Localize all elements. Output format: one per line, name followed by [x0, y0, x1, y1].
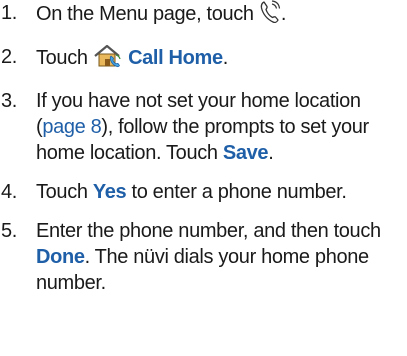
step-4: 4. Touch Yes to enter a phone number.: [0, 179, 407, 205]
step-text-end: .: [268, 142, 274, 164]
step-5: 5. Enter the phone number, and then touc…: [0, 218, 407, 296]
phone-handset-icon: [259, 0, 281, 31]
save-label: Save: [222, 142, 269, 164]
step-1: 1. On the Menu page, touch .: [0, 0, 407, 31]
page-8-link[interactable]: page 8: [42, 116, 101, 138]
call-home-label: Call Home: [128, 47, 223, 69]
step-number: 4.: [1, 181, 17, 203]
yes-label: Yes: [92, 181, 127, 203]
step-text-end: .: [280, 3, 287, 25]
step-3: 3. If you have not set your home locatio…: [0, 88, 407, 166]
step-text: Enter the phone number, and then touch: [36, 220, 381, 242]
step-text-end: to enter a phone number.: [131, 181, 347, 203]
step-number: 5.: [1, 220, 17, 242]
step-number: 3.: [1, 90, 17, 112]
step-text: On the Menu page, touch: [36, 3, 254, 25]
step-text: Touch: [36, 181, 88, 203]
step-text-end: .: [222, 47, 229, 69]
step-text: Touch: [36, 47, 88, 69]
home-phone-icon: [93, 44, 123, 75]
instruction-steps: 1. On the Menu page, touch . 2. Touch Ca…: [0, 0, 407, 296]
step-2: 2. Touch Call Home.: [0, 44, 407, 75]
step-number: 2.: [1, 46, 17, 68]
step-number: 1.: [1, 2, 17, 24]
done-label: Done: [36, 246, 85, 268]
step-text-end: . The nüvi dials your home phone number.: [36, 246, 369, 294]
